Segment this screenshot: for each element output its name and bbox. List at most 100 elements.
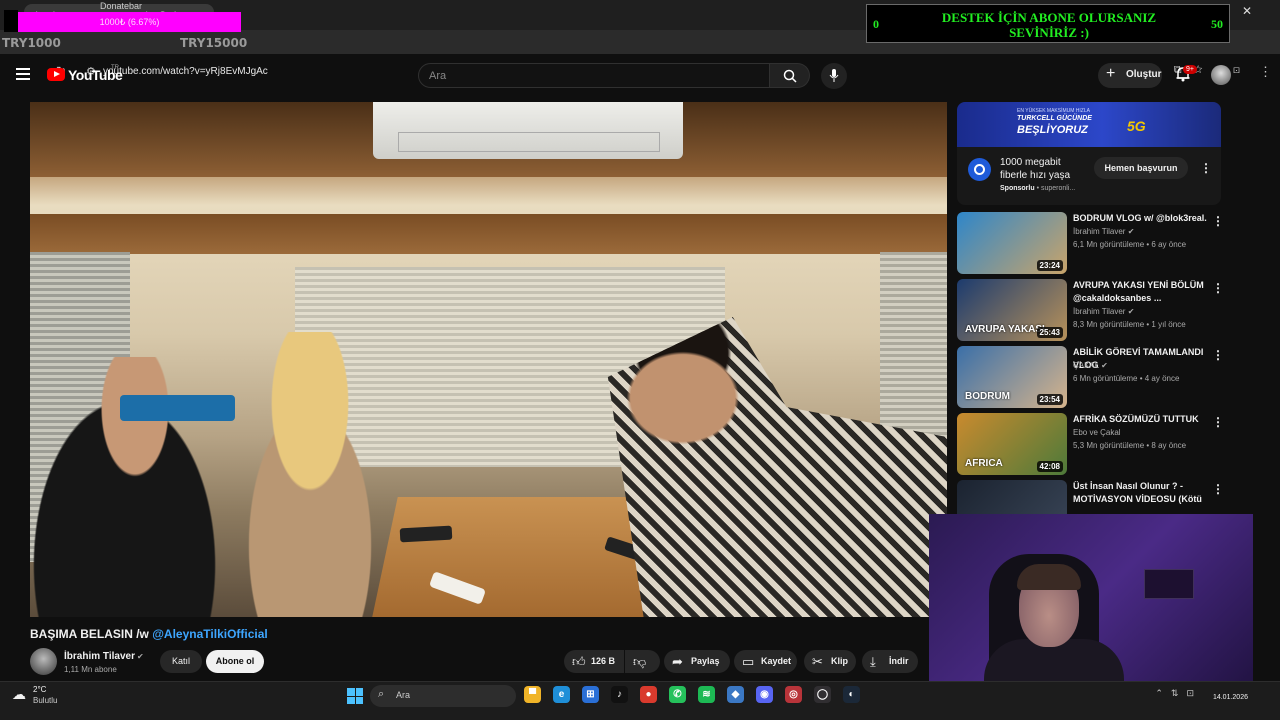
recommendation-thumbnail[interactable]: AVRUPA YAKASI 25:43 (957, 279, 1067, 341)
taskbar-search[interactable]: ⌕ Ara (370, 685, 516, 707)
recommendation-more-icon[interactable]: ⋮ (1212, 281, 1224, 295)
obs-icon[interactable]: ◯ (814, 686, 831, 703)
app-red-icon[interactable]: ◎ (785, 686, 802, 703)
microphone-icon (829, 69, 839, 82)
voice-search-button[interactable] (821, 63, 847, 89)
app-blue-icon[interactable]: ◆ (727, 686, 744, 703)
recommendation-title[interactable]: AVRUPA YAKASI YENİ BÖLÜM @cakaldoksanbes… (1073, 279, 1211, 305)
video-title: BAŞIMA BELASIN /w @AleynaTilkiOfficial (30, 627, 268, 641)
recommendation-thumbnail[interactable]: 23:24 (957, 212, 1067, 274)
plus-icon: + (1106, 65, 1116, 82)
weather-icon[interactable]: ☁ (12, 686, 26, 703)
thumbs-up-icon: 👍︎ (572, 654, 586, 669)
edge-icon[interactable]: e (553, 686, 570, 703)
clip-label: Klip (831, 656, 848, 666)
create-button[interactable]: + Oluştur (1098, 63, 1162, 88)
weather-temperature[interactable]: 2°C (33, 685, 46, 694)
scissors-icon: ✂ (812, 654, 823, 669)
dislike-button[interactable]: 👎︎ (625, 650, 660, 673)
verified-icon: ✔ (1098, 361, 1108, 370)
verified-icon: ✔ (1125, 227, 1135, 236)
chrome-icon[interactable]: ● (640, 686, 657, 703)
search-button[interactable] (770, 63, 810, 88)
search-icon (783, 69, 797, 83)
hamburger-menu-icon[interactable] (16, 68, 30, 80)
channel-avatar[interactable] (30, 648, 57, 675)
recommendation-channel[interactable]: ÇAKAL ✔ (1073, 361, 1108, 370)
recommendation-thumbnail[interactable]: AFRICA 42:08 (957, 413, 1067, 475)
recommendation-meta: 5,3 Mn görüntüleme • 8 ay önce (1073, 441, 1187, 450)
subscriber-count: 1,11 Mn abone (64, 665, 117, 674)
ad-banner-small-text: EN YÜKSEK MAKSİMUM HIZLA (1017, 108, 1090, 114)
recommendation-more-icon[interactable]: ⋮ (1212, 348, 1224, 362)
ad-cta-button[interactable]: Hemen başvurun (1094, 157, 1188, 179)
clip-button[interactable]: ✂ Klip (804, 650, 856, 673)
store-icon[interactable]: ⊞ (582, 686, 599, 703)
whatsapp-icon[interactable]: ✆ (669, 686, 686, 703)
video-title-mention-link[interactable]: @AleynaTilkiOfficial (152, 627, 268, 641)
ad-banner-5g-text: 5G (1127, 118, 1146, 134)
donate-goal-amount: TRY15000 (180, 36, 248, 50)
ad-sponsor-name: superonli... (1040, 185, 1076, 192)
verified-icon: ✔ (1125, 307, 1135, 316)
donate-progress-text: 1000₺ (6.67%) (99, 17, 160, 27)
ad-banner-image[interactable]: EN YÜKSEK MAKSİMUM HIZLA TURKCELL GÜCÜND… (957, 102, 1221, 147)
taskbar-date[interactable]: 14.01.2026 (1213, 694, 1248, 701)
download-button[interactable]: ⤓ İndir (862, 650, 918, 673)
account-avatar[interactable] (1211, 65, 1231, 85)
ad-sponsor-line: Sponsorlu • superonli... (1000, 185, 1076, 192)
browser-menu-icon[interactable]: ⋮ (1259, 64, 1272, 80)
like-button[interactable]: 👍︎ 126 B (564, 650, 624, 673)
donate-progress-bar: 1000₺ (6.67%) (18, 12, 241, 32)
recommendation-channel[interactable]: Ebo ve Çakal (1073, 428, 1121, 437)
video-scene-shelf (30, 214, 947, 254)
file-explorer-icon[interactable]: ▀ (524, 686, 541, 703)
recommendation-thumbnail[interactable]: BODRUM 23:54 (957, 346, 1067, 408)
video-scene-air-conditioner (373, 102, 683, 159)
share-button[interactable]: ➦ Paylaş (664, 650, 730, 673)
recommendation-item[interactable]: 23:24 BODRUM VLOG w/ @blok3real. İbrahim T… (957, 212, 1229, 276)
recommendation-channel[interactable]: İbrahim Tilaver ✔ (1073, 227, 1134, 236)
recommendation-meta: 6 Mn görüntüleme • 4 ay önce (1073, 374, 1180, 383)
recommendation-more-icon[interactable]: ⋮ (1212, 482, 1224, 496)
country-code: TR (111, 65, 119, 71)
bookmark-icon: ▭ (742, 654, 755, 669)
search-input[interactable]: Ara (418, 63, 770, 88)
recommendation-item[interactable]: AVRUPA YAKASI 25:43 AVRUPA YAKASI YENİ BÖL… (957, 279, 1229, 343)
taskbar-search-placeholder: Ara (396, 690, 411, 700)
recommendation-item[interactable]: BODRUM 23:54 ABİLİK GÖREVİ TAMAMLANDI VLOG… (957, 346, 1229, 410)
recommendation-item[interactable]: AFRICA 42:08 AFRİKA SÖZÜMÜZÜ TUTTUK Ebo ve … (957, 413, 1229, 477)
recommendation-channel[interactable]: İbrahim Tilaver ✔ (1073, 307, 1134, 316)
video-title-text: BAŞIMA BELASIN /w (30, 627, 153, 641)
tiktok-icon[interactable]: ♪ (611, 686, 628, 703)
ad-title[interactable]: 1000 megabit fiberle hızı yaşa (1000, 156, 1090, 182)
weather-description[interactable]: Bulutlu (33, 696, 57, 705)
close-window-icon[interactable]: ✕ (1242, 4, 1252, 18)
recommendation-meta: 6,1 Mn görüntüleme • 6 ay önce (1073, 240, 1187, 249)
recommendation-title[interactable]: Üst İnsan Nasıl Olunur ? - MOTİVASYON Vİ… (1073, 480, 1211, 506)
system-tray-icons[interactable]: ⌃⇅⊡ (1155, 688, 1202, 699)
share-label: Paylaş (691, 656, 720, 666)
save-button[interactable]: ▭ Kaydet (734, 650, 797, 673)
windows-start-icon[interactable] (347, 688, 363, 704)
recommendation-title[interactable]: AFRİKA SÖZÜMÜZÜ TUTTUK (1073, 413, 1211, 426)
ad-more-icon[interactable]: ⋮ (1200, 161, 1212, 175)
discord-icon[interactable]: ◉ (756, 686, 773, 703)
video-scene-person (215, 332, 405, 617)
spotify-icon[interactable]: ≋ (698, 686, 715, 703)
webcam-scene-hair (1017, 564, 1081, 590)
recommendation-more-icon[interactable]: ⋮ (1212, 214, 1224, 228)
youtube-logo-icon[interactable] (47, 68, 65, 81)
ad-card[interactable]: 1000 megabit fiberle hızı yaşa Sponsorlu… (957, 147, 1221, 205)
channel-name[interactable]: İbrahim Tilaver (64, 651, 135, 662)
video-player[interactable] (30, 102, 947, 617)
recommendation-title[interactable]: BODRUM VLOG w/ @blok3real. (1073, 212, 1211, 225)
subscribe-button[interactable]: Abone ol (206, 650, 264, 673)
share-icon: ➦ (672, 654, 683, 669)
recommendation-more-icon[interactable]: ⋮ (1212, 415, 1224, 429)
download-icon: ⤓ (870, 654, 876, 669)
save-label: Kaydet (761, 656, 792, 666)
steam-icon[interactable]: ◐ (843, 686, 860, 703)
join-button[interactable]: Katıl (160, 650, 202, 673)
video-scene-phone (399, 525, 453, 543)
